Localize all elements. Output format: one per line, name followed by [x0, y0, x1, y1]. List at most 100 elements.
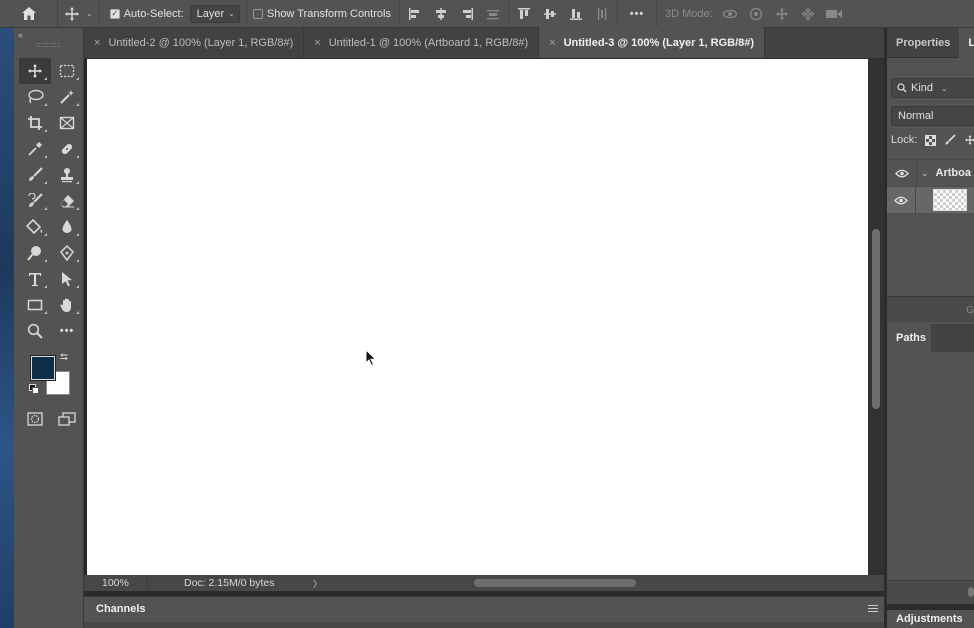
default-colors-icon[interactable]	[29, 384, 39, 394]
doc-info[interactable]: Doc: 2.15M/0 bytes 〉	[148, 577, 328, 590]
tab-untitled-2[interactable]: × Untitled-2 @ 100% (Layer 1, RGB/8#)	[84, 27, 305, 58]
path-selection-tool[interactable]	[51, 266, 83, 292]
tab-properties[interactable]: Properties	[887, 28, 959, 58]
quick-mask-button[interactable]	[19, 408, 51, 430]
visibility-toggle[interactable]	[887, 186, 916, 214]
dodge-tool[interactable]	[19, 240, 51, 266]
close-tab-icon[interactable]: ×	[549, 37, 555, 49]
magic-wand-tool[interactable]	[51, 84, 83, 110]
align-top-button[interactable]	[511, 2, 537, 26]
align-vcenter-button[interactable]	[537, 2, 563, 26]
layer-row-layer-1[interactable]	[887, 186, 974, 214]
zoom-tool[interactable]	[19, 318, 51, 344]
pen-tool[interactable]	[51, 240, 83, 266]
eyedropper-icon	[28, 142, 42, 156]
hand-tool[interactable]	[51, 292, 83, 318]
tab-paths[interactable]: Paths	[887, 324, 931, 352]
align-hcenter-button[interactable]	[428, 2, 454, 26]
layer-row-artboard[interactable]: ⌄ Artboa	[887, 159, 974, 187]
tab-label: Untitled-1 @ 100% (Artboard 1, RGB/8#)	[328, 36, 529, 49]
tab-adjustments[interactable]: Adjustments	[887, 610, 974, 628]
close-tab-icon[interactable]: ×	[94, 37, 100, 49]
edit-toolbar-button[interactable]: •••	[51, 318, 83, 344]
paths-panel-header: Paths	[887, 324, 974, 352]
lock-image-pixels-button[interactable]	[944, 134, 956, 146]
move-icon	[28, 64, 42, 78]
lock-transparent-pixels-button[interactable]	[925, 134, 937, 146]
align-vertical-group	[509, 0, 618, 28]
paths-scrollbar[interactable]	[887, 580, 974, 604]
blur-tool[interactable]	[51, 214, 83, 240]
3d-drag-button[interactable]	[769, 2, 795, 26]
horizontal-scrollbar[interactable]	[474, 578, 869, 588]
more-options-button[interactable]: •••	[624, 2, 650, 26]
paint-bucket-tool[interactable]	[19, 214, 51, 240]
align-horizontal-center-icon	[435, 7, 446, 20]
close-tab-icon[interactable]: ×	[314, 37, 320, 49]
tab-layers[interactable]: L	[959, 28, 974, 58]
align-right-button[interactable]	[454, 2, 480, 26]
frame-icon	[59, 116, 75, 130]
eye-icon	[893, 196, 908, 204]
move-icon	[965, 135, 974, 145]
healing-brush-tool[interactable]	[51, 136, 83, 162]
paths-scroll-thumb[interactable]	[968, 587, 974, 597]
clone-stamp-tool[interactable]	[51, 162, 83, 188]
3d-orbit-button[interactable]	[717, 2, 743, 26]
screen-mode-button[interactable]	[51, 408, 83, 430]
zoom-icon	[27, 323, 43, 339]
auto-select-group: ✓ Auto-Select: Layer ⌄	[100, 0, 247, 28]
horizontal-scroll-thumb[interactable]	[474, 579, 636, 587]
3d-slide-button[interactable]	[795, 2, 821, 26]
vertical-scrollbar[interactable]	[868, 59, 884, 575]
auto-select-target-dropdown[interactable]: Layer ⌄	[189, 4, 240, 23]
3d-roll-button[interactable]	[743, 2, 769, 26]
type-tool[interactable]	[19, 266, 51, 292]
collapse-icon[interactable]: «	[18, 30, 23, 40]
distribute-horizontal-button[interactable]	[589, 2, 615, 26]
tab-untitled-1[interactable]: × Untitled-1 @ 100% (Artboard 1, RGB/8#)	[304, 27, 540, 58]
lasso-tool[interactable]	[19, 84, 51, 110]
align-left-button[interactable]	[402, 2, 428, 26]
brush-tool[interactable]	[19, 162, 51, 188]
visibility-toggle[interactable]	[887, 159, 917, 187]
blend-mode-dropdown[interactable]: Normal	[891, 106, 974, 126]
history-brush-tool[interactable]	[19, 188, 51, 214]
chevron-down-icon[interactable]: ⌄	[921, 168, 929, 179]
foreground-color-swatch[interactable]	[31, 356, 55, 380]
eraser-tool[interactable]	[51, 188, 83, 214]
screen-mode-icon	[58, 412, 76, 426]
move-tool[interactable]	[19, 58, 51, 84]
tab-untitled-3[interactable]: × Untitled-3 @ 100% (Layer 1, RGB/8#)	[539, 27, 766, 58]
auto-select-checkbox[interactable]: ✓	[109, 8, 120, 19]
vertical-scroll-thumb[interactable]	[872, 229, 880, 409]
checkerboard-icon	[925, 134, 937, 146]
frame-tool[interactable]	[51, 110, 83, 136]
marquee-tool[interactable]	[51, 58, 83, 84]
chevron-down-icon: ⌄	[86, 9, 93, 18]
zoom-level[interactable]: 100%	[84, 575, 148, 591]
home-button[interactable]	[0, 0, 58, 28]
eyedropper-tool[interactable]	[19, 136, 51, 162]
align-group	[400, 0, 509, 28]
rectangle-tool[interactable]	[19, 292, 51, 318]
document-tabs: × Untitled-2 @ 100% (Layer 1, RGB/8#) × …	[84, 27, 884, 59]
rectangular-marquee-icon	[59, 64, 75, 78]
brush-icon	[29, 167, 43, 181]
stamp-icon	[61, 168, 73, 183]
panel-menu-icon[interactable]	[868, 603, 878, 614]
3d-scale-button[interactable]	[821, 2, 847, 26]
crop-tool[interactable]	[19, 110, 51, 136]
swap-colors-icon[interactable]: ⮀	[60, 352, 68, 363]
home-icon	[21, 7, 36, 20]
channels-title[interactable]: Channels	[96, 603, 146, 615]
document-canvas[interactable]	[87, 59, 868, 575]
auto-select-target-value: Layer	[196, 7, 225, 20]
show-transform-checkbox[interactable]	[252, 8, 263, 19]
distribute-button[interactable]	[480, 2, 506, 26]
layer-filter-kind-dropdown[interactable]: Kind ⌄	[891, 78, 974, 98]
lock-position-button[interactable]	[964, 134, 974, 146]
panel-grip[interactable]	[36, 43, 60, 47]
move-tool-preset[interactable]: ⌄	[58, 0, 100, 28]
align-bottom-button[interactable]	[563, 2, 589, 26]
